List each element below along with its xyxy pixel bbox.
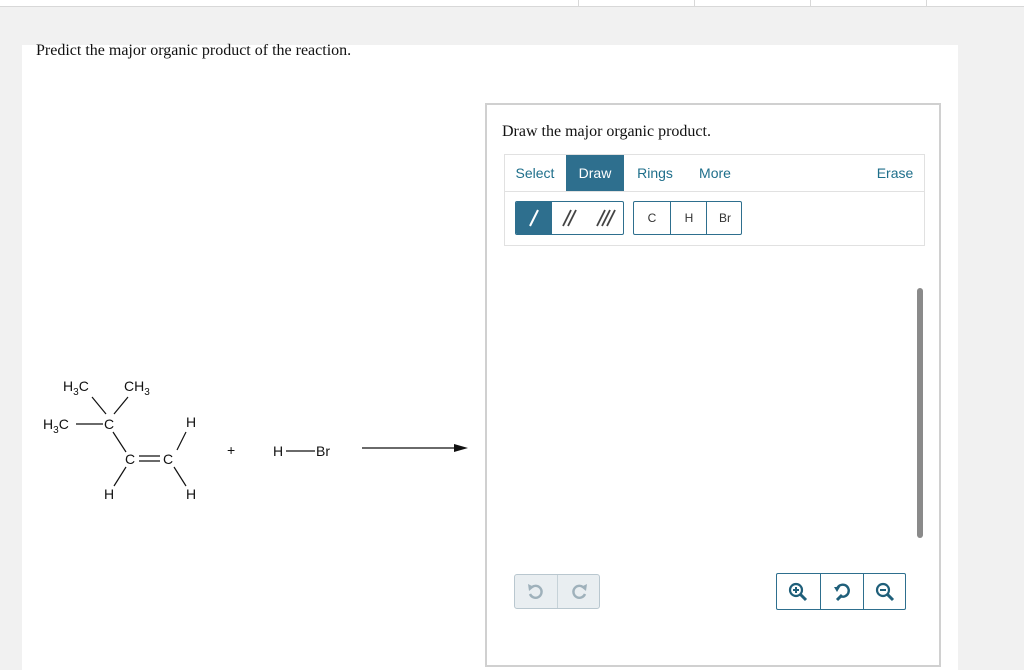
bond-ch3-cquat [113,396,129,415]
zoom-reset-button[interactable] [820,574,863,609]
triple-bond-button[interactable] [588,202,623,234]
label-h3c-left: H3C [43,416,69,436]
undo-redo-group [514,574,600,609]
atom-group: C H Br [633,201,742,235]
toolbar-tabs: Select Draw Rings More Erase [505,155,924,192]
label-h-top-right: H [186,414,196,430]
top-bar-divider [578,0,579,6]
top-bar-divider [926,0,927,6]
redo-button[interactable] [558,575,599,608]
tab-select[interactable]: Select [505,155,565,191]
bond-cright-htop [176,431,187,451]
label-h-bottom-right: H [186,486,196,502]
label-h: H [273,443,283,459]
label-br: Br [316,443,330,459]
atom-c-button[interactable]: C [634,202,670,234]
label-h3c-top: H3C [63,378,89,398]
bond-cquat-cleft [112,431,127,453]
zoom-in-icon [788,582,808,601]
undo-icon [528,584,543,599]
canvas-scrollbar[interactable] [917,288,923,538]
panel-title: Draw the major organic product. [502,123,711,140]
triple-bond-icon [596,209,616,227]
zoom-out-button[interactable] [863,574,905,609]
zoom-group [776,573,906,610]
top-bar-divider [810,0,811,6]
redo-icon [572,584,587,599]
tab-more[interactable]: More [687,155,743,191]
bond-cleft-hbottom [113,466,127,487]
editor-toolbar: Select Draw Rings More Erase C H Br [504,154,925,246]
label-ch3: CH3 [124,378,150,398]
reaction-scheme: H3C CH3 H3C C H C C H H + H Br [43,378,468,502]
single-bond-button[interactable] [516,202,552,234]
bond-type-group [515,201,624,235]
single-bond-icon [529,209,539,227]
double-bond-button[interactable] [552,202,588,234]
bond-cright-hbottom [173,466,187,487]
atom-h-button[interactable]: H [670,202,707,234]
bond-h3c-cquat [91,396,107,415]
top-bar-divider [694,0,695,6]
zoom-in-button[interactable] [777,574,819,609]
undo-button[interactable] [515,575,558,608]
label-c-quaternary: C [104,416,114,432]
erase-button[interactable]: Erase [867,155,923,191]
zoom-reset-icon [834,582,850,601]
label-h-bottom-left: H [104,486,114,502]
label-c-alkene-left: C [125,451,135,467]
double-bond-icon [562,209,577,227]
plus-sign: + [227,442,235,458]
tab-draw[interactable]: Draw [566,155,624,191]
zoom-out-icon [875,582,895,601]
tab-rings[interactable]: Rings [625,155,685,191]
label-c-alkene-right: C [163,451,173,467]
reaction-arrow-head [454,444,468,452]
atom-br-button[interactable]: Br [706,202,741,234]
